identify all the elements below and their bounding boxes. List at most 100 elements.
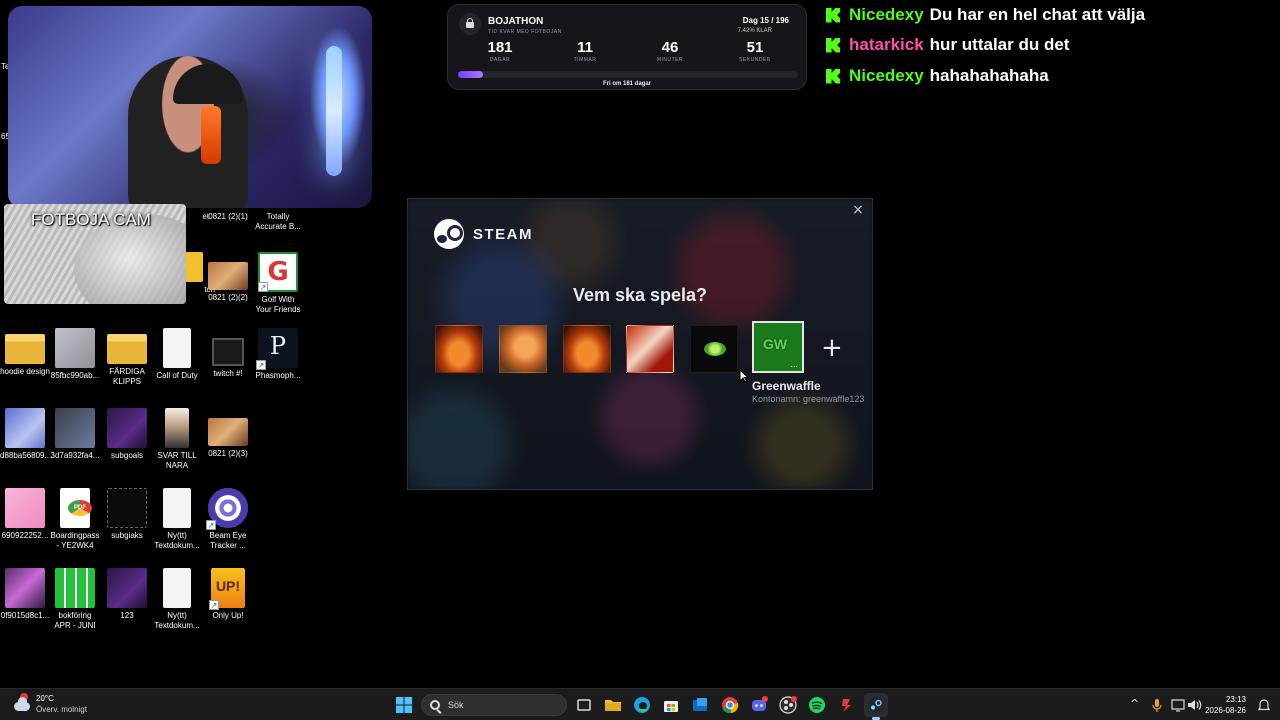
webcam-lamp bbox=[326, 46, 342, 176]
file-explorer-button[interactable] bbox=[601, 693, 625, 717]
account-avatar-greenwaffle[interactable]: ... bbox=[752, 321, 804, 373]
volume-icon bbox=[1188, 700, 1202, 710]
mouse-cursor-icon bbox=[739, 368, 750, 388]
image-thumbnail-icon bbox=[5, 408, 45, 448]
desktop-icon-beam-eye-tracker[interactable]: ↗ Beam Eye Tracker ... bbox=[203, 488, 253, 551]
desktop-icon-label: 123 bbox=[120, 611, 134, 620]
microsoft-store-button[interactable] bbox=[659, 693, 683, 717]
taskbar-clock[interactable]: 23:13 2026-08-26 bbox=[1205, 694, 1246, 716]
timer-seconds: 51 SEKUNDER bbox=[725, 39, 785, 63]
bell-icon bbox=[1257, 699, 1271, 711]
obs-icon bbox=[779, 696, 797, 714]
store-icon bbox=[664, 701, 678, 712]
volume-tray-button[interactable] bbox=[1182, 693, 1206, 717]
account-avatar-1[interactable] bbox=[435, 325, 483, 373]
obs-button[interactable] bbox=[776, 693, 800, 717]
timer-seconds-value: 51 bbox=[746, 39, 764, 56]
desktop-icon-0821-2-3[interactable]: 0821 (2)(3) bbox=[203, 408, 253, 459]
timer-progress-bar bbox=[458, 71, 798, 78]
desktop-icon-85fbc990ab[interactable]: 85fbc990ab... bbox=[50, 328, 100, 381]
desktop-icon-boardingpass[interactable]: Boardingpass - YE2WK4 bbox=[50, 488, 100, 551]
weather-description: Överv. molnigt bbox=[36, 705, 87, 714]
timer-hours: 11 TIMMAR bbox=[555, 39, 615, 63]
chrome-button[interactable] bbox=[718, 693, 742, 717]
desktop-icon-subgoals[interactable]: subgoals bbox=[102, 408, 152, 461]
timer-subtitle: TID KVAR MED FOTBOJAN bbox=[488, 29, 562, 35]
weather-widget[interactable]: 20°C Överv. molnigt bbox=[12, 693, 87, 715]
desktop-icon-twitch[interactable]: twitch #! bbox=[203, 328, 253, 379]
desktop-icon-label: 3d7a932fa4... bbox=[50, 451, 100, 460]
desktop-icon-label: Beam Eye Tracker ... bbox=[209, 531, 247, 550]
desktop-icon-nytt-textdokument-1[interactable]: Ny(tt) Textdokum... bbox=[152, 488, 202, 551]
beam-eye-tracker-icon: ↗ bbox=[206, 488, 248, 530]
notifications-button[interactable] bbox=[1252, 693, 1276, 717]
windows-logo-icon bbox=[396, 697, 412, 713]
edge-browser-button[interactable] bbox=[630, 693, 654, 717]
desktop-icon-123[interactable]: 123 bbox=[102, 568, 152, 621]
desktop-icon-0821-2-2[interactable]: 0821 (2)(2) bbox=[203, 252, 253, 303]
desktop-icon-0f9015d8c1[interactable]: 0f9015d8c1... bbox=[0, 568, 50, 621]
desktop-icon-hoodie-design[interactable]: hoodie design bbox=[0, 328, 50, 377]
only-up-game-icon: ↗ bbox=[209, 568, 245, 610]
red-app-button[interactable] bbox=[835, 693, 859, 717]
start-button[interactable] bbox=[392, 693, 416, 717]
video-file-icon bbox=[208, 338, 248, 366]
timer-title: BOJATHON bbox=[488, 16, 544, 27]
desktop-icon-only-up[interactable]: ↗ Only Up! bbox=[203, 568, 253, 621]
timer-seconds-unit: SEKUNDER bbox=[739, 57, 771, 63]
desktop-icon-nytt-textdokument-2[interactable]: Ny(tt) Textdokum... bbox=[152, 568, 202, 631]
shortcut-arrow-icon: ↗ bbox=[258, 282, 268, 292]
account-avatar-5[interactable] bbox=[690, 325, 738, 373]
desktop-icon-call-of-duty[interactable]: Call of Duty bbox=[152, 328, 202, 381]
desktop-icon-label: subgoals bbox=[110, 451, 144, 460]
desktop-icon-subgiaks[interactable]: subgiaks bbox=[102, 488, 152, 541]
desktop-icon-fardiga-klipps[interactable]: FÄRDIGA KLIPPS bbox=[102, 328, 152, 387]
desktop-icon-3d7a932fa4[interactable]: 3d7a932fa4... bbox=[50, 408, 100, 461]
folder-icon bbox=[185, 252, 203, 282]
timer-hours-value: 11 bbox=[577, 39, 593, 56]
desktop-icon-svar-till-nara[interactable]: SVAR TILL NARA bbox=[152, 408, 202, 471]
desktop-icon-phasmophobia[interactable]: ↗ Phasmoph... bbox=[253, 328, 303, 381]
outlook-button[interactable] bbox=[688, 693, 712, 717]
timer-day: Dag 15 / 196 bbox=[742, 16, 789, 25]
timer-minutes: 46 MINUTER bbox=[640, 39, 700, 63]
account-avatar-2[interactable] bbox=[499, 325, 547, 373]
image-thumbnail-icon bbox=[208, 418, 248, 446]
text-document-icon bbox=[163, 568, 191, 608]
task-view-icon bbox=[577, 699, 591, 711]
desktop-icon-bokforing[interactable]: bokföring APR - JUNI bbox=[50, 568, 100, 631]
desktop-icon-d88ba56809[interactable]: d88ba56809... bbox=[0, 408, 51, 461]
account-avatar-3[interactable] bbox=[563, 325, 611, 373]
close-button[interactable]: × bbox=[849, 201, 867, 219]
image-thumbnail-icon bbox=[208, 262, 248, 290]
spotify-button[interactable] bbox=[805, 693, 829, 717]
image-thumbnail-icon bbox=[165, 408, 189, 448]
task-view-button[interactable] bbox=[572, 693, 596, 717]
add-account-button[interactable]: + bbox=[821, 335, 843, 361]
clock-date: 2026-08-26 bbox=[1205, 706, 1246, 715]
timer-days: 181 DAGAR bbox=[470, 39, 530, 63]
steam-taskbar-button[interactable] bbox=[864, 693, 888, 720]
timer-days-unit: DAGAR bbox=[489, 57, 511, 63]
desktop-icon-totally-accurate[interactable]: Totally Accurate B... bbox=[253, 212, 303, 232]
desktop-icon-label: 0821 (2)(1) bbox=[208, 212, 248, 221]
taskbar-search[interactable]: Sök bbox=[421, 694, 567, 716]
video-file-icon bbox=[107, 408, 147, 448]
text-document-icon bbox=[163, 488, 191, 528]
desktop-icon-0821-2-1[interactable]: 0821 (2)(1) bbox=[203, 212, 253, 222]
account-avatar-4[interactable] bbox=[626, 325, 674, 373]
desktop-icon-label: twitch #! bbox=[213, 369, 243, 378]
chat-username: Nicedexy bbox=[849, 66, 924, 85]
phasmophobia-game-icon: ↗ bbox=[256, 328, 298, 370]
discord-button[interactable] bbox=[747, 693, 771, 717]
tray-chevron-icon[interactable]: ^ bbox=[1130, 697, 1139, 710]
chat-text: hur uttalar du det bbox=[929, 35, 1070, 54]
desktop-icon-golf-with-your-friends[interactable]: ↗ Golf With Your Friends bbox=[253, 252, 303, 315]
webcam-drink bbox=[201, 106, 221, 164]
who-plays-heading: Vem ska spela? bbox=[572, 285, 708, 305]
desktop-icon-690922252[interactable]: 690922252... bbox=[0, 488, 50, 541]
spotify-icon bbox=[809, 697, 825, 713]
desktop-screen: Te 65 et 0821 (2)(1) Totally Accurate B.… bbox=[0, 0, 1280, 720]
desktop-icon-label: 0f9015d8c1... bbox=[0, 611, 50, 620]
desktop-icon-label: Boardingpass - YE2WK4 bbox=[50, 531, 100, 550]
